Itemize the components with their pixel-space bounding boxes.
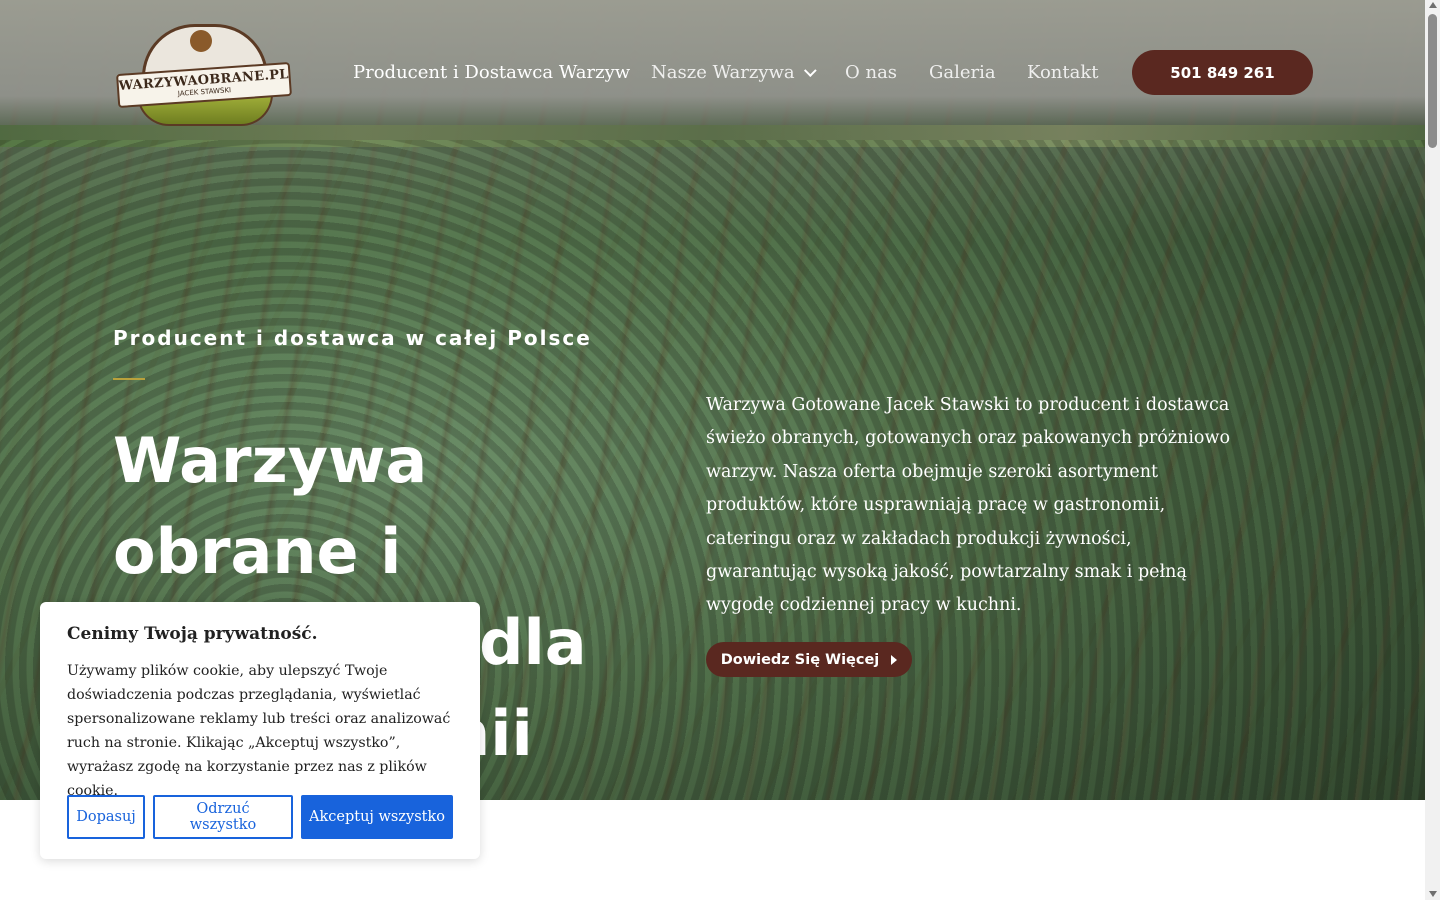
cookie-reject-button[interactable]: Odrzuć wszystko xyxy=(153,795,293,839)
caret-right-icon xyxy=(891,654,898,665)
nav-item-nasze-warzywa[interactable]: Nasze Warzywa xyxy=(651,62,817,83)
scroll-up-arrow-icon[interactable] xyxy=(1429,2,1437,8)
cookie-title: Cenimy Twoją prywatność. xyxy=(67,624,318,644)
cookie-text: Używamy plików cookie, aby ulepszyć Twoj… xyxy=(67,663,451,799)
scrollbar-thumb[interactable] xyxy=(1428,14,1437,148)
learn-more-button[interactable]: Dowiedz Się Więcej xyxy=(706,642,912,677)
phone-button[interactable]: 501 849 261 xyxy=(1132,50,1313,95)
page-scrollbar[interactable] xyxy=(1425,0,1440,900)
eyebrow-divider xyxy=(113,378,145,380)
nav-item-o-nas[interactable]: O nas xyxy=(845,62,897,83)
cookie-customize-button[interactable]: Dopasuj xyxy=(67,795,145,839)
learn-more-label: Dowiedz Się Więcej xyxy=(720,651,880,668)
nav-item-kontakt[interactable]: Kontakt xyxy=(1027,62,1099,83)
cookie-accept-button[interactable]: Akceptuj wszystko xyxy=(301,795,453,839)
logo-emblem-icon xyxy=(190,30,212,52)
cookie-consent-dialog: Cenimy Twoją prywatność. Używamy plików … xyxy=(40,602,480,859)
hero-eyebrow: Producent i dostawca w całej Polsce xyxy=(113,326,592,350)
nav-item-galeria[interactable]: Galeria xyxy=(929,62,996,83)
hero-description: Warzywa Gotowane Jacek Stawski to produc… xyxy=(706,395,1230,616)
nav-item-label: Nasze Warzywa xyxy=(651,62,795,83)
scroll-down-arrow-icon[interactable] xyxy=(1429,891,1437,897)
site-logo[interactable]: WARZYWAOBRANE.PL JACEK STAWSKI xyxy=(112,18,294,128)
nav-item-producent[interactable]: Producent i Dostawca Warzyw xyxy=(353,62,630,83)
